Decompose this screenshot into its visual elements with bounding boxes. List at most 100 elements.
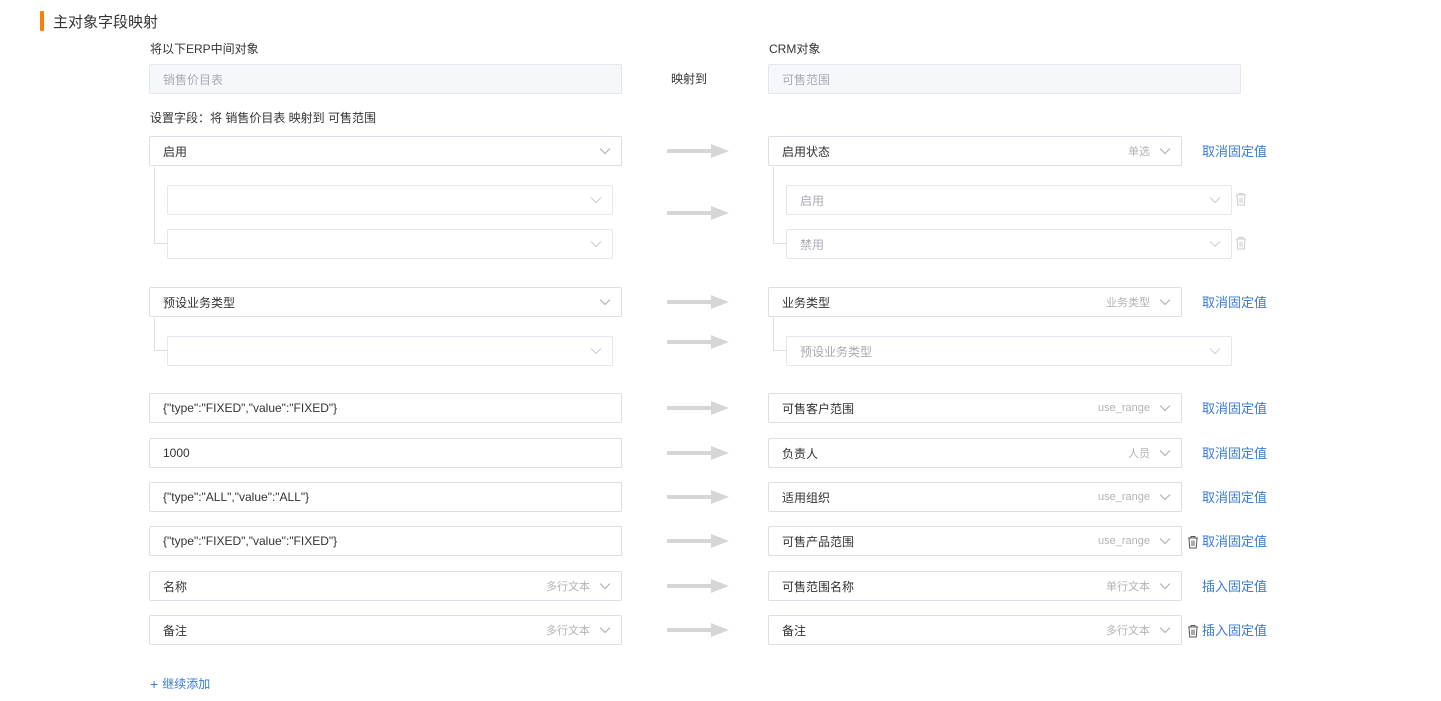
target-field-value: 启用状态 [782,144,831,159]
mapping-arrow-icon [667,446,729,460]
source-field-value: {"type":"FIXED","value":"FIXED"} [163,534,338,548]
mapping-arrow-icon [667,623,729,637]
settings-caption: 设置字段：将 销售价目表 映射到 可售范围 [150,111,377,125]
section-accent-bar [40,11,44,31]
mapping-arrow-icon [667,206,729,220]
chevron-down-icon [1158,446,1172,460]
target-field-select[interactable]: 可售范围名称 单行文本 [768,571,1182,601]
target-field-select[interactable]: 备注 多行文本 [768,615,1182,645]
chevron-down-icon [1158,295,1172,309]
target-option-value: 预设业务类型 [800,344,873,359]
chevron-down-icon [1158,144,1172,158]
source-field-select[interactable]: 启用 [149,136,622,166]
source-option-select[interactable] [167,185,613,215]
target-field-select[interactable]: 可售产品范围 use_range [768,526,1182,556]
section-header: 主对象字段映射 [40,11,158,31]
target-object-label: CRM对象 [769,42,821,56]
delete-icon[interactable] [1235,192,1247,206]
insert-fixed-value-link[interactable]: 插入固定值 [1202,623,1267,639]
chevron-down-icon [589,193,603,207]
target-field-select[interactable]: 启用状态 单选 [768,136,1182,166]
source-field-value: 1000 [163,446,190,460]
source-field-value: 名称 [163,579,188,594]
target-field-select[interactable]: 业务类型 业务类型 [768,287,1182,317]
target-object-value: 可售范围 [782,72,831,87]
plus-icon: + [150,675,159,692]
field-type-hint: 人员 [1128,448,1150,460]
field-type-hint: 多行文本 [546,581,590,593]
delete-icon[interactable] [1187,535,1199,549]
section-title: 主对象字段映射 [53,13,159,31]
target-option-select[interactable]: 禁用 [786,229,1232,259]
source-field-value: 启用 [163,144,188,159]
mapping-arrow-icon [667,144,729,158]
source-field-value: {"type":"FIXED","value":"FIXED"} [163,401,338,415]
add-more-label: 继续添加 [162,677,211,691]
source-field-select[interactable]: 名称 多行文本 [149,571,622,601]
chevron-down-icon [1158,579,1172,593]
chevron-down-icon [598,579,612,593]
target-option-value: 禁用 [800,237,825,252]
delete-icon[interactable] [1235,236,1247,250]
source-value-input[interactable]: 1000 [149,438,622,468]
cancel-fixed-value-link[interactable]: 取消固定值 [1202,144,1267,160]
delete-icon[interactable] [1187,624,1199,638]
target-option-select[interactable]: 预设业务类型 [786,336,1232,366]
chevron-down-icon [1158,623,1172,637]
target-field-select[interactable]: 负责人 人员 [768,438,1182,468]
target-object-field: 可售范围 [768,64,1241,94]
map-to-label: 映射到 [671,72,708,86]
chevron-down-icon [1158,534,1172,548]
source-option-select[interactable] [167,336,613,366]
source-object-value: 销售价目表 [163,72,224,87]
target-field-select[interactable]: 适用组织 use_range [768,482,1182,512]
chevron-down-icon [598,623,612,637]
tree-connector [773,167,786,244]
target-field-value: 适用组织 [782,490,831,505]
source-value-input[interactable]: {"type":"FIXED","value":"FIXED"} [149,526,622,556]
tree-connector [154,318,167,351]
target-field-value: 备注 [782,623,807,638]
cancel-fixed-value-link[interactable]: 取消固定值 [1202,490,1267,506]
source-field-select[interactable]: 备注 多行文本 [149,615,622,645]
cancel-fixed-value-link[interactable]: 取消固定值 [1202,295,1267,311]
chevron-down-icon [589,237,603,251]
cancel-fixed-value-link[interactable]: 取消固定值 [1202,534,1267,550]
source-field-select[interactable]: 预设业务类型 [149,287,622,317]
target-field-select[interactable]: 可售客户范围 use_range [768,393,1182,423]
chevron-down-icon [1158,401,1172,415]
mapping-arrow-icon [667,335,729,349]
source-value-input[interactable]: {"type":"FIXED","value":"FIXED"} [149,393,622,423]
add-more-link[interactable]: + 继续添加 [150,675,210,692]
chevron-down-icon [1208,344,1222,358]
source-field-value: 预设业务类型 [163,295,236,310]
mapping-arrow-icon [667,579,729,593]
insert-fixed-value-link[interactable]: 插入固定值 [1202,579,1267,595]
target-option-select[interactable]: 启用 [786,185,1232,215]
mapping-arrow-icon [667,401,729,415]
chevron-down-icon [1208,237,1222,251]
chevron-down-icon [1158,490,1172,504]
tree-connector [773,318,786,351]
field-type-hint: 单选 [1128,146,1150,158]
source-object-field: 销售价目表 [149,64,622,94]
target-field-value: 业务类型 [782,295,831,310]
chevron-down-icon [589,344,603,358]
target-field-value: 可售范围名称 [782,579,855,594]
cancel-fixed-value-link[interactable]: 取消固定值 [1202,446,1267,462]
chevron-down-icon [598,144,612,158]
field-type-hint: 多行文本 [1106,625,1150,637]
chevron-down-icon [598,295,612,309]
field-type-hint: 业务类型 [1106,297,1150,309]
source-option-select[interactable] [167,229,613,259]
source-field-value: 备注 [163,623,188,638]
mapping-arrow-icon [667,534,729,548]
mapping-arrow-icon [667,490,729,504]
target-field-value: 负责人 [782,446,819,461]
source-object-label: 将以下ERP中间对象 [150,42,259,56]
target-option-value: 启用 [800,193,825,208]
source-value-input[interactable]: {"type":"ALL","value":"ALL"} [149,482,622,512]
target-field-value: 可售产品范围 [782,534,855,549]
source-field-value: {"type":"ALL","value":"ALL"} [163,490,310,504]
cancel-fixed-value-link[interactable]: 取消固定值 [1202,401,1267,417]
